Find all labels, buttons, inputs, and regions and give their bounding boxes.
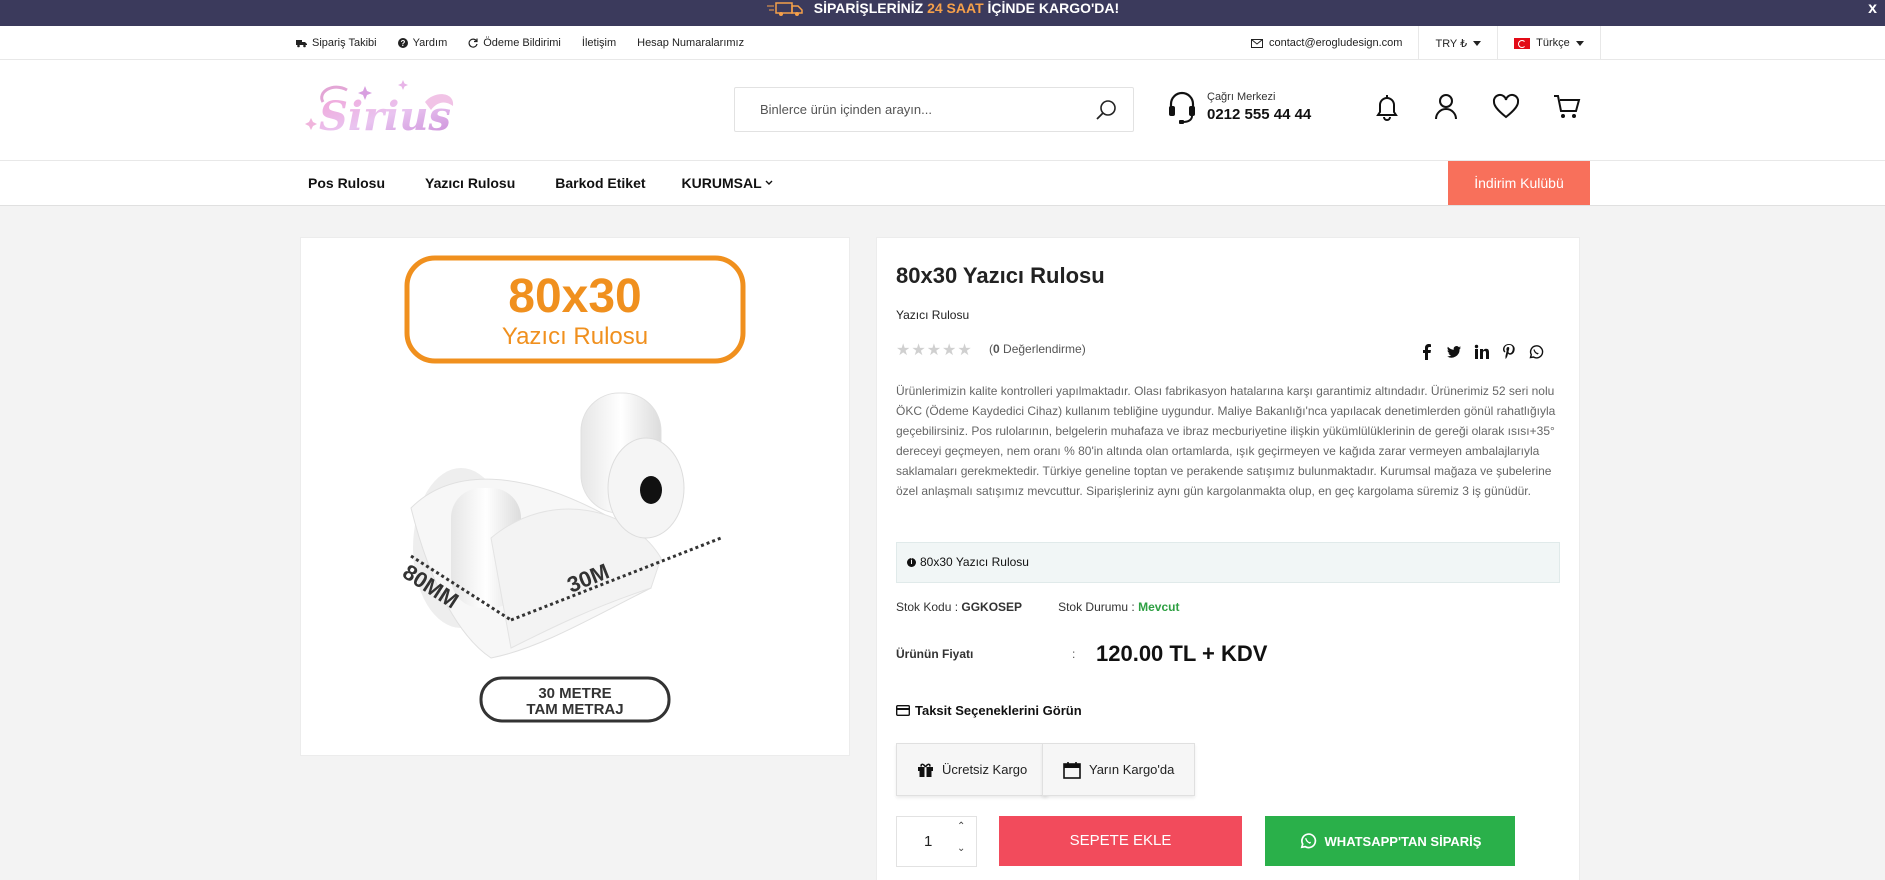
ships-tomorrow-badge: Yarın Kargo'da bbox=[1042, 743, 1196, 796]
image-title: 80x30 bbox=[508, 270, 641, 323]
main-nav: Pos Rulosu Yazıcı Rulosu Barkod Etiket K… bbox=[0, 161, 1885, 206]
installment-options-link[interactable]: Taksit Seçeneklerini Görün bbox=[896, 703, 1082, 718]
nav-item-kurumsal[interactable]: KURUMSAL bbox=[682, 175, 773, 191]
product-image-panel: 80x30 Yazıcı Rulosu 80MM 30M 30 METRE TA… bbox=[300, 237, 850, 756]
product-image[interactable]: 80x30 Yazıcı Rulosu 80MM 30M 30 METRE TA… bbox=[301, 238, 849, 755]
stock-info: Stok Kodu : GGKOSEP Stok Durumu : Mevcut bbox=[896, 600, 1179, 614]
share-icons bbox=[1420, 344, 1544, 360]
review-count[interactable]: (0 Değerlendirme) bbox=[989, 342, 1086, 356]
truck-small-icon bbox=[296, 39, 307, 47]
language-select[interactable]: Türkçe bbox=[1497, 26, 1601, 60]
rating-stars[interactable]: ★★★★★ bbox=[896, 340, 973, 360]
stock-status: Stok Durumu : Mevcut bbox=[1058, 600, 1180, 614]
chevron-down-icon[interactable]: ⌄ bbox=[957, 843, 965, 854]
order-tracking-link[interactable]: Sipariş Takibi bbox=[296, 37, 377, 49]
discount-club-button[interactable]: İndirim Kulübü bbox=[1448, 161, 1590, 205]
chevron-down-icon bbox=[1473, 40, 1482, 46]
add-to-cart-button[interactable]: SEPETE EKLE bbox=[999, 816, 1242, 866]
product-category[interactable]: Yazıcı Rulosu bbox=[896, 308, 969, 322]
email-link[interactable]: contact@erogludesign.com bbox=[1235, 26, 1418, 60]
product-description: Ürünlerimizin kalite kontrolleri yapılma… bbox=[896, 384, 1556, 498]
currency-select[interactable]: TRY ₺ bbox=[1418, 26, 1497, 60]
utility-bar: Sipariş Takibi ? Yardım Ödeme Bildirimi İ… bbox=[0, 26, 1885, 60]
payment-notice-link[interactable]: Ödeme Bildirimi bbox=[468, 37, 561, 49]
info-box: i 80x30 Yazıcı Rulosu bbox=[896, 542, 1560, 583]
turkey-flag-icon bbox=[1514, 37, 1531, 49]
user-icon[interactable] bbox=[1433, 93, 1459, 121]
announcement-highlight: 24 SAAT bbox=[927, 0, 984, 16]
announcement-bar: SİPARİŞLERİNİZ 24 SAAT İÇİNDE KARGO'DA! … bbox=[0, 0, 1885, 26]
nav-item-barkod-etiket[interactable]: Barkod Etiket bbox=[555, 175, 645, 191]
linkedin-icon[interactable] bbox=[1474, 344, 1490, 360]
truck-icon bbox=[766, 2, 803, 17]
refresh-icon bbox=[468, 38, 478, 48]
whatsapp-icon bbox=[1300, 833, 1316, 849]
contact-link[interactable]: İletişim bbox=[582, 37, 616, 49]
product-info-panel: 80x30 Yazıcı Rulosu Yazıcı Rulosu ★★★★★ … bbox=[876, 237, 1580, 880]
calendar-icon bbox=[1063, 761, 1081, 779]
bell-icon[interactable] bbox=[1374, 93, 1400, 121]
search-icon[interactable] bbox=[1095, 99, 1117, 121]
site-header: Sirius Çağrı Merkezi 0212 555 44 44 bbox=[0, 60, 1885, 161]
gift-icon bbox=[918, 763, 933, 777]
bank-accounts-link[interactable]: Hesap Numaralarımız bbox=[637, 37, 744, 49]
free-shipping-badge: Ücretsiz Kargo bbox=[896, 743, 1049, 796]
announcement-text-pre: SİPARİŞLERİNİZ bbox=[813, 0, 928, 16]
close-icon[interactable]: x bbox=[1868, 0, 1877, 17]
envelope-icon bbox=[1251, 38, 1263, 48]
facebook-icon[interactable] bbox=[1420, 344, 1434, 360]
price-separator: : bbox=[1072, 647, 1076, 661]
image-subtitle: Yazıcı Rulosu bbox=[502, 323, 648, 350]
svg-text:?: ? bbox=[400, 39, 405, 48]
image-badge-line2: TAM METRAJ bbox=[526, 701, 623, 718]
quantity-stepper: 1 ⌃ ⌄ bbox=[896, 816, 977, 867]
nav-item-yazici-rulosu[interactable]: Yazıcı Rulosu bbox=[425, 175, 515, 191]
sirius-logo[interactable]: Sirius bbox=[305, 72, 465, 148]
question-circle-icon: ? bbox=[397, 38, 408, 48]
headset-icon bbox=[1169, 91, 1195, 124]
product-title: 80x30 Yazıcı Rulosu bbox=[896, 263, 1105, 288]
quantity-input[interactable]: 1 bbox=[924, 833, 932, 850]
whatsapp-order-button[interactable]: WHATSAPP'TAN SİPARİŞ bbox=[1265, 816, 1515, 866]
call-center-number[interactable]: 0212 555 44 44 bbox=[1207, 106, 1311, 123]
call-center-label: Çağrı Merkezi bbox=[1207, 91, 1276, 103]
nav-item-pos-rulosu[interactable]: Pos Rulosu bbox=[308, 175, 385, 191]
chevron-down-icon bbox=[765, 180, 773, 185]
image-badge-line1: 30 METRE bbox=[538, 685, 611, 702]
info-circle-icon: i bbox=[907, 558, 916, 568]
search-box bbox=[734, 87, 1134, 132]
heart-icon[interactable] bbox=[1492, 93, 1520, 121]
cart-icon[interactable] bbox=[1553, 93, 1581, 121]
credit-card-icon bbox=[896, 705, 910, 716]
chevron-down-icon bbox=[1575, 40, 1584, 46]
call-center: Çağrı Merkezi 0212 555 44 44 bbox=[1167, 90, 1311, 124]
announcement-text-post: İÇİNDE KARGO'DA! bbox=[983, 0, 1120, 16]
product-price: 120.00 TL + KDV bbox=[1096, 641, 1268, 666]
whatsapp-icon[interactable] bbox=[1528, 344, 1544, 360]
price-label: Ürünün Fiyatı bbox=[896, 647, 974, 661]
twitter-icon[interactable] bbox=[1446, 344, 1462, 360]
chevron-up-icon[interactable]: ⌃ bbox=[957, 821, 965, 832]
pinterest-icon[interactable] bbox=[1502, 344, 1516, 360]
help-link[interactable]: ? Yardım bbox=[397, 37, 447, 49]
stock-code: Stok Kodu : GGKOSEP bbox=[896, 600, 1023, 614]
search-input[interactable] bbox=[735, 88, 1075, 131]
